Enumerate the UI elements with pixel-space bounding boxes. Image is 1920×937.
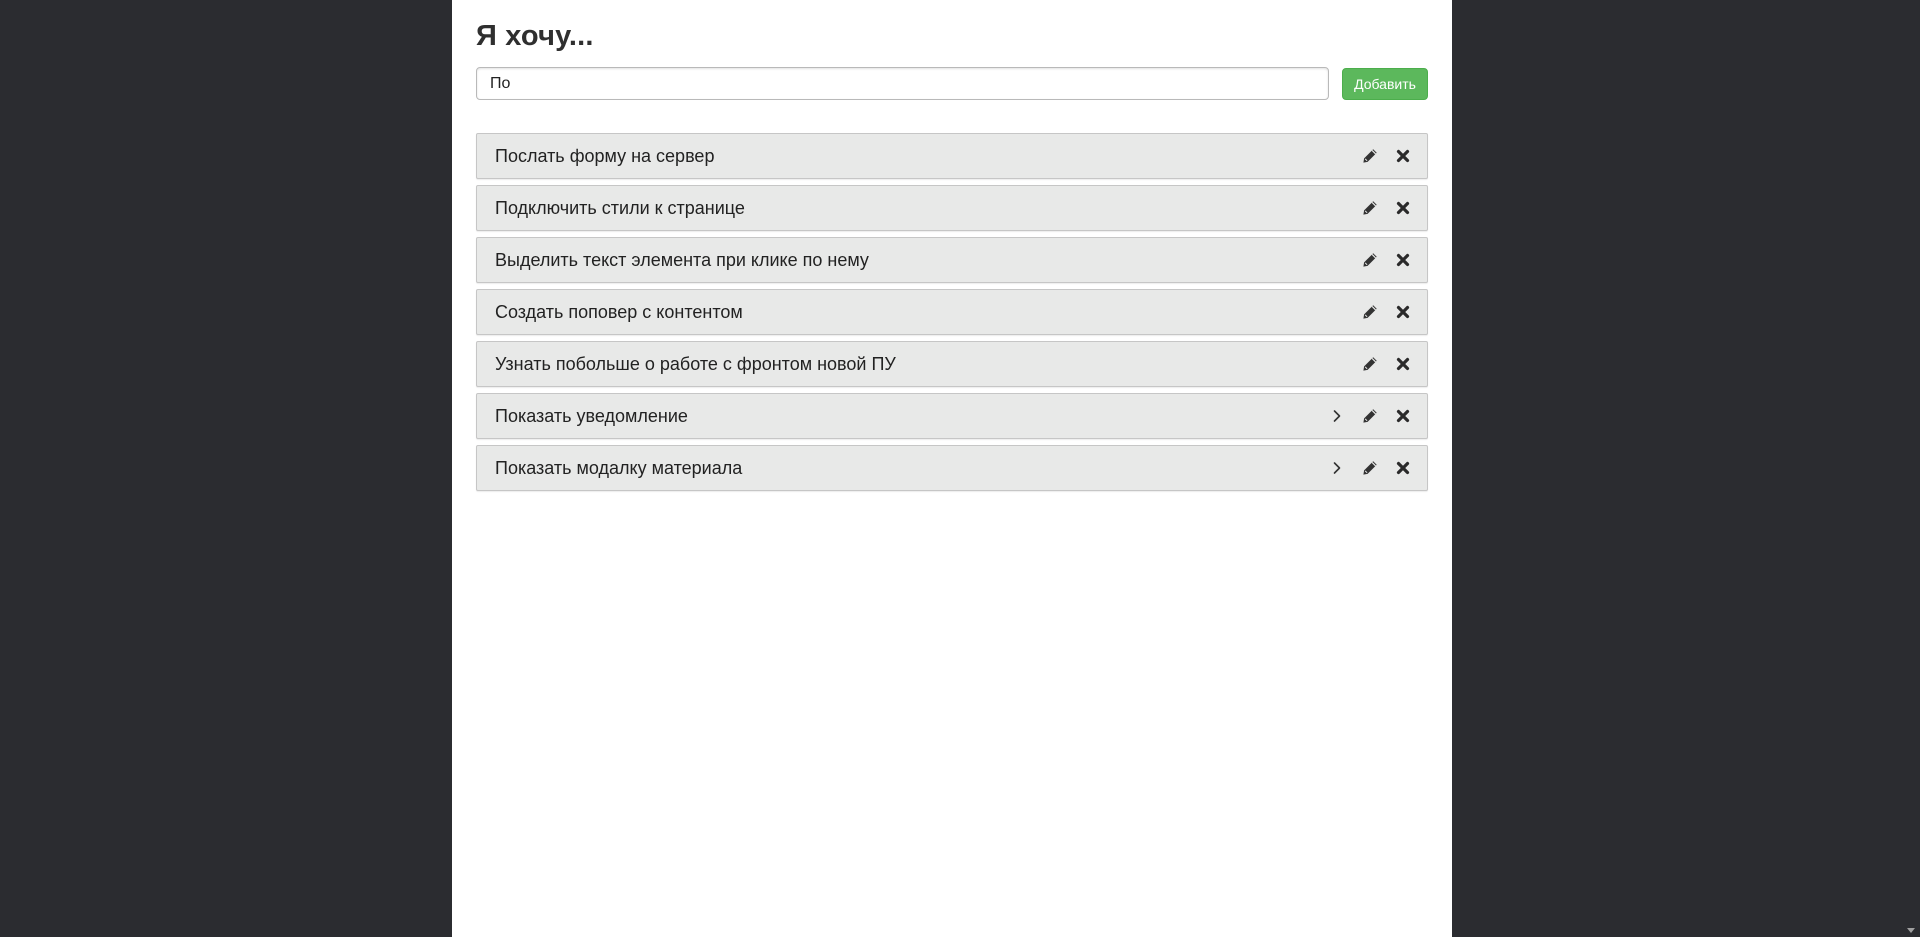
close-icon[interactable]	[1393, 458, 1413, 478]
new-task-input[interactable]	[476, 67, 1329, 100]
main-panel: Я хочу... Добавить Послать форму на серв…	[452, 0, 1452, 937]
scrollbar[interactable]	[1903, 0, 1920, 937]
task-item[interactable]: Подключить стили к странице	[476, 185, 1428, 231]
close-icon[interactable]	[1393, 302, 1413, 322]
task-text[interactable]: Выделить текст элемента при клике по нем…	[495, 238, 869, 282]
task-actions	[1347, 134, 1413, 178]
pencil-icon[interactable]	[1360, 354, 1380, 374]
pencil-icon[interactable]	[1360, 146, 1380, 166]
task-text[interactable]: Подключить стили к странице	[495, 186, 745, 230]
task-actions	[1314, 446, 1413, 490]
task-item[interactable]: Послать форму на сервер	[476, 133, 1428, 179]
task-text[interactable]: Показать уведомление	[495, 394, 688, 438]
task-actions	[1347, 238, 1413, 282]
task-item[interactable]: Выделить текст элемента при клике по нем…	[476, 237, 1428, 283]
close-icon[interactable]	[1393, 198, 1413, 218]
pencil-icon[interactable]	[1360, 458, 1380, 478]
task-item[interactable]: Создать поповер с контентом	[476, 289, 1428, 335]
task-item[interactable]: Показать уведомление	[476, 393, 1428, 439]
close-icon[interactable]	[1393, 406, 1413, 426]
task-actions	[1314, 394, 1413, 438]
page-title: Я хочу...	[476, 20, 594, 52]
add-button[interactable]: Добавить	[1342, 68, 1428, 100]
pencil-icon[interactable]	[1360, 198, 1380, 218]
task-item[interactable]: Узнать побольше о работе с фронтом новой…	[476, 341, 1428, 387]
close-icon[interactable]	[1393, 250, 1413, 270]
task-actions	[1347, 342, 1413, 386]
task-text[interactable]: Создать поповер с контентом	[495, 290, 743, 334]
task-text[interactable]: Показать модалку материала	[495, 446, 742, 490]
task-actions	[1347, 186, 1413, 230]
task-text[interactable]: Узнать побольше о работе с фронтом новой…	[495, 342, 896, 386]
close-icon[interactable]	[1393, 354, 1413, 374]
scroll-down-arrow-icon[interactable]	[1907, 928, 1915, 933]
chevron-right-icon[interactable]	[1327, 406, 1347, 426]
task-text[interactable]: Послать форму на сервер	[495, 134, 714, 178]
chevron-right-icon[interactable]	[1327, 458, 1347, 478]
close-icon[interactable]	[1393, 146, 1413, 166]
pencil-icon[interactable]	[1360, 406, 1380, 426]
pencil-icon[interactable]	[1360, 302, 1380, 322]
task-list: Послать форму на сервер Подключить стили…	[476, 133, 1428, 497]
task-actions	[1347, 290, 1413, 334]
pencil-icon[interactable]	[1360, 250, 1380, 270]
task-item[interactable]: Показать модалку материала	[476, 445, 1428, 491]
